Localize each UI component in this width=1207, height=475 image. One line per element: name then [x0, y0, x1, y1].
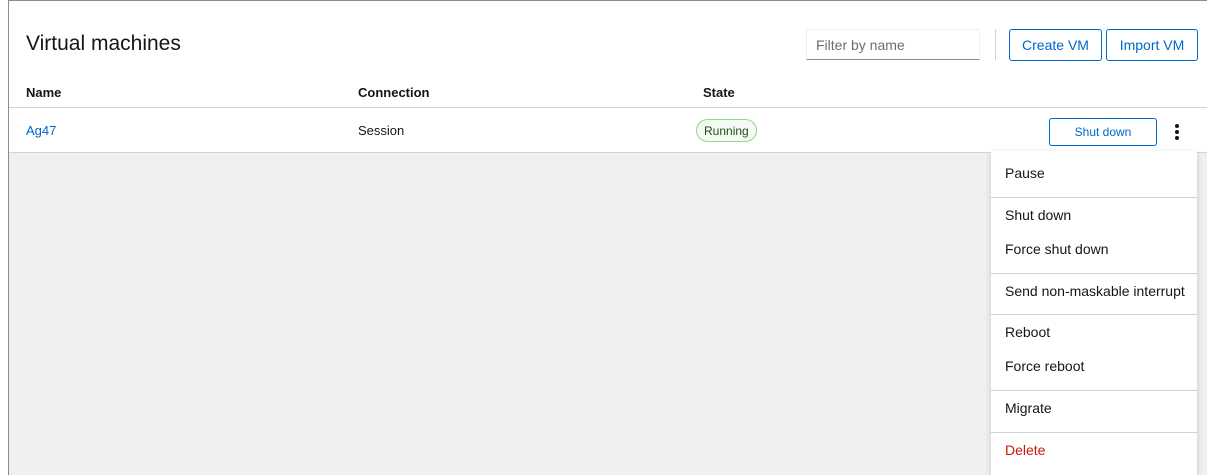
column-header-name[interactable]: Name [26, 85, 61, 100]
toolbar-divider [995, 29, 996, 60]
page-title: Virtual machines [26, 32, 181, 55]
menu-item-send-nmi[interactable]: Send non-maskable interrupt [991, 274, 1197, 308]
table-row: Ag47 Session Running Shut down [9, 107, 1207, 153]
vm-page: Virtual machines Create VM Import VM Nam… [8, 0, 1207, 475]
menu-item-reboot[interactable]: Reboot [991, 315, 1197, 349]
menu-item-migrate[interactable]: Migrate [991, 391, 1197, 425]
column-header-state[interactable]: State [703, 85, 735, 100]
column-header-connection[interactable]: Connection [358, 85, 430, 100]
menu-item-force-shut-down[interactable]: Force shut down [991, 232, 1197, 266]
vm-list-card: Virtual machines Create VM Import VM Nam… [9, 1, 1207, 153]
menu-item-force-reboot[interactable]: Force reboot [991, 349, 1197, 383]
create-vm-button[interactable]: Create VM [1009, 29, 1102, 61]
vm-actions-dropdown: Pause Shut down Force shut down Send non… [991, 151, 1197, 475]
vm-connection: Session [358, 123, 405, 138]
status-badge: Running [696, 119, 757, 142]
vm-name-link[interactable]: Ag47 [26, 123, 56, 138]
import-vm-button[interactable]: Import VM [1106, 29, 1198, 61]
filter-by-name-input[interactable] [806, 29, 980, 60]
vertical-dots-icon [1175, 124, 1179, 140]
shut-down-button[interactable]: Shut down [1049, 118, 1157, 146]
menu-item-delete[interactable]: Delete [991, 433, 1197, 467]
kebab-menu-icon[interactable] [1167, 120, 1187, 144]
menu-item-pause[interactable]: Pause [991, 156, 1197, 190]
menu-item-shut-down[interactable]: Shut down [991, 198, 1197, 232]
